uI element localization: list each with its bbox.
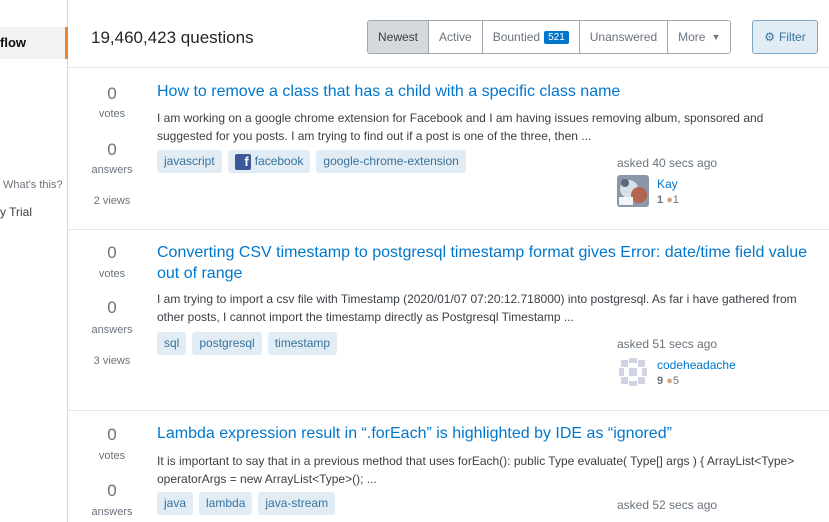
- question-title-link[interactable]: Converting CSV timestamp to postgresql t…: [157, 242, 817, 284]
- bronze-badge-icon: ●: [666, 194, 673, 206]
- filter-label: Filter: [779, 30, 806, 44]
- gear-icon: ⚙: [764, 30, 776, 44]
- tag-sql[interactable]: sql: [157, 332, 187, 355]
- question-count: 19,460,423 questions: [91, 28, 254, 47]
- asked-time: asked 40 secs ago: [617, 156, 718, 170]
- question-summary: 0 votes 0 answers 3 views Converting CSV…: [68, 229, 829, 410]
- votes-label: votes: [98, 450, 126, 462]
- sidebar-trial-link[interactable]: y Trial: [0, 205, 32, 219]
- avatar[interactable]: [617, 175, 649, 207]
- filter-button[interactable]: ⚙ Filter: [752, 20, 818, 54]
- answer-count: 0: [107, 298, 117, 317]
- question-summary: 0 votes 0 answers 2 views How to remove …: [68, 67, 829, 229]
- tag-list: javascript f facebook google-chrome-exten…: [157, 150, 466, 173]
- reputation-score: 9: [657, 375, 664, 387]
- tab-more[interactable]: More ▼: [668, 21, 731, 53]
- question-excerpt: I am working on a google chrome extensio…: [157, 111, 764, 143]
- bronze-badge-count: 1: [672, 194, 679, 206]
- question-title-link[interactable]: Lambda expression result in “.forEach” i…: [157, 423, 817, 444]
- caret-down-icon: ▼: [711, 32, 721, 42]
- tag-google-chrome-extension[interactable]: google-chrome-extension: [316, 150, 466, 173]
- tab-label: Bountied: [492, 30, 541, 44]
- tag-lambda[interactable]: lambda: [199, 492, 253, 515]
- question-title-link[interactable]: How to remove a class that has a child w…: [157, 81, 817, 102]
- sort-tabs: Newest Active Bountied 521 Unanswered Mor…: [367, 20, 732, 54]
- left-sidebar: flow What's this? y Trial: [0, 0, 68, 522]
- avatar[interactable]: [617, 356, 649, 388]
- answers-label: answers: [91, 506, 133, 518]
- tag-postgresql[interactable]: postgresql: [192, 332, 262, 355]
- answer-count: 0: [107, 140, 117, 159]
- whats-this-link[interactable]: What's this?: [3, 179, 63, 191]
- user-reputation: 1 ●1: [657, 194, 679, 206]
- question-excerpt: It is important to say that in a previou…: [157, 454, 795, 486]
- tab-bountied[interactable]: Bountied 521: [482, 21, 580, 53]
- tag-timestamp[interactable]: timestamp: [267, 332, 338, 355]
- asked-time: asked 51 secs ago: [617, 337, 718, 351]
- tab-active[interactable]: Active: [429, 21, 483, 53]
- tag-java[interactable]: java: [157, 492, 194, 515]
- tab-label: More: [678, 30, 706, 44]
- view-count: 3 views: [93, 355, 131, 367]
- question-summary: 0 votes 0 answers Lambda expression resu…: [68, 410, 829, 522]
- bounty-count-badge: 521: [544, 30, 569, 44]
- tag-java-stream[interactable]: java-stream: [258, 492, 336, 515]
- tab-label: Active: [439, 30, 472, 44]
- question-excerpt: I am trying to import a csv file with Ti…: [157, 292, 797, 324]
- tag-list: java lambda java-stream: [157, 492, 336, 515]
- tag-list: sql postgresql timestamp: [157, 332, 338, 355]
- reputation-score: 1: [657, 194, 664, 206]
- votes-label: votes: [98, 268, 126, 280]
- tag-label: facebook: [254, 154, 304, 168]
- tab-unanswered[interactable]: Unanswered: [579, 21, 669, 53]
- vote-count: 0: [107, 84, 117, 103]
- bronze-badge-count: 5: [672, 375, 679, 387]
- tab-label: Newest: [378, 30, 419, 44]
- vote-count: 0: [107, 243, 117, 262]
- vote-count: 0: [107, 425, 117, 444]
- user-name-link[interactable]: Kay: [657, 177, 678, 191]
- tag-javascript[interactable]: javascript: [157, 150, 222, 173]
- sidebar-item-stackoverflow[interactable]: flow: [0, 27, 68, 59]
- answers-label: answers: [91, 324, 133, 336]
- answer-count: 0: [107, 481, 117, 500]
- user-name-link[interactable]: codeheadache: [657, 358, 736, 372]
- asked-time: asked 52 secs ago: [617, 498, 718, 512]
- votes-label: votes: [98, 108, 126, 120]
- tab-newest[interactable]: Newest: [368, 21, 430, 53]
- user-reputation: 9 ●5: [657, 375, 679, 387]
- tab-label: Unanswered: [589, 30, 658, 44]
- bronze-badge-icon: ●: [666, 375, 673, 387]
- view-count: 2 views: [93, 195, 131, 207]
- facebook-icon: f: [234, 153, 251, 170]
- answers-label: answers: [91, 164, 133, 176]
- tag-facebook[interactable]: f facebook: [227, 150, 311, 173]
- sidebar-item-label: flow: [0, 35, 26, 50]
